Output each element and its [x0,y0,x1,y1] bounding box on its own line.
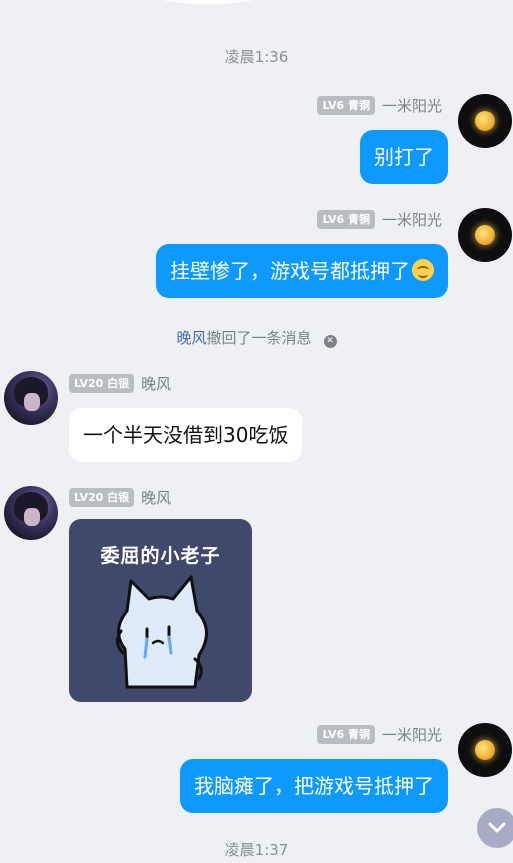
moon-icon [475,111,495,131]
sticker-message[interactable]: 委屈的小老子 [69,519,252,702]
message-bubble[interactable]: 我脑瘫了，把游戏号抵押了 [180,759,448,813]
level-badge: LV20 白银 [69,373,135,393]
avatar-face [24,508,40,526]
avatar[interactable] [4,371,58,425]
avatar[interactable] [458,94,512,148]
recall-actor[interactable]: 晚风 [176,329,206,347]
crying-cat-icon [116,575,208,689]
timestamp: 凌晨1:37 [224,841,289,859]
chevron-down-icon [488,822,506,833]
scroll-to-bottom-button[interactable] [477,808,513,848]
timestamp: 凌晨1:36 [224,48,289,66]
message-bubble[interactable]: 挂壁惨了，游戏号都抵押了 [156,244,448,298]
sender-name[interactable]: 一米阳光 [382,724,442,745]
level-badge: LV6 青铜 [317,95,375,115]
recall-notice: 晚风撤回了一条消息 ✕ [0,327,513,348]
level-badge: LV6 青铜 [317,724,375,744]
sender-meta: LV20 白银 晚风 [69,487,171,507]
sender-name[interactable]: 晚风 [141,487,171,508]
level-badge: LV6 青铜 [317,209,375,229]
sender-name[interactable]: 一米阳光 [382,95,442,116]
moon-icon [475,740,495,760]
message-bubble[interactable]: 别打了 [360,130,448,184]
close-icon[interactable]: ✕ [323,335,337,348]
avatar-face [24,393,40,411]
avatar[interactable] [458,723,512,777]
smile-emoji-icon [412,259,434,281]
avatar[interactable] [458,208,512,262]
sender-name[interactable]: 晚风 [141,373,171,394]
sender-meta: LV6 青铜 一米阳光 [250,724,442,744]
avatar[interactable] [4,486,58,540]
level-badge: LV20 白银 [69,487,135,507]
recall-text: 撤回了一条消息 [206,329,312,347]
previous-message-edge [128,0,288,4]
message-bubble[interactable]: 一个半天没借到30吃饭 [69,408,303,462]
sender-meta: LV6 青铜 一米阳光 [250,95,442,115]
sender-name[interactable]: 一米阳光 [382,209,442,230]
moon-icon [475,225,495,245]
sender-meta: LV20 白银 晚风 [69,373,171,393]
message-text: 挂壁惨了，游戏号都抵押了 [170,259,410,283]
sender-meta: LV6 青铜 一米阳光 [250,209,442,229]
